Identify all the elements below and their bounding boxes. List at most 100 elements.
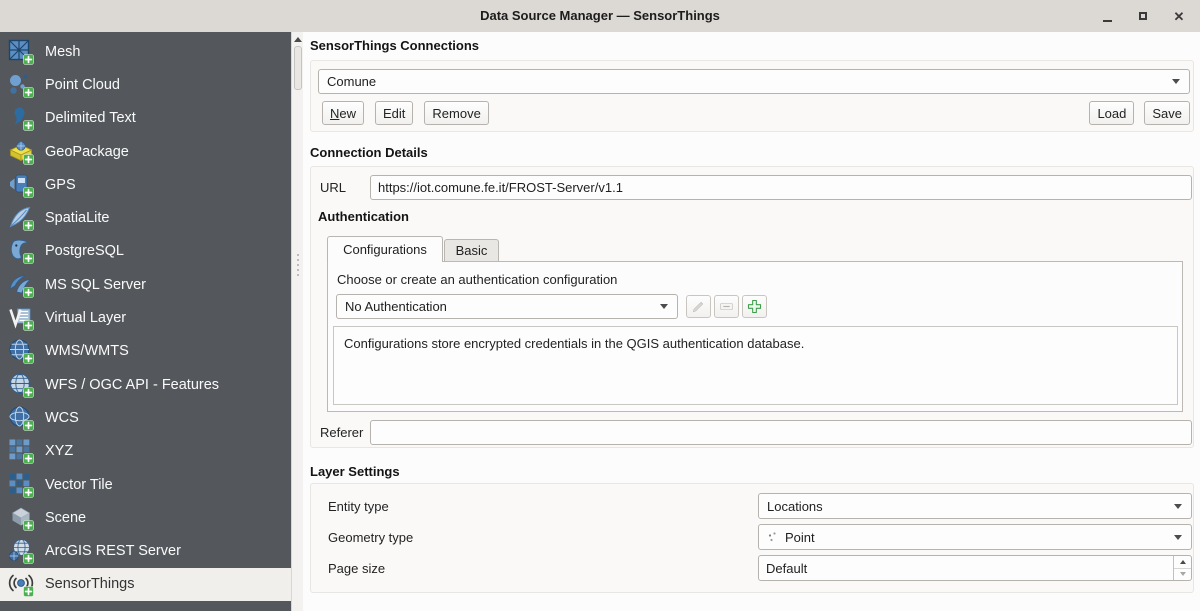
edit-auth-config-button[interactable] <box>686 295 711 318</box>
connection-select[interactable]: Comune <box>318 69 1190 94</box>
sidebar-item-wms-wmts[interactable]: WMS/WMTS <box>0 335 291 368</box>
page-size-spinner[interactable]: Default <box>758 555 1192 581</box>
remove-button-label: Remove <box>432 106 480 121</box>
remove-auth-config-button[interactable] <box>714 295 739 318</box>
maximize-button[interactable] <box>1132 4 1154 28</box>
auth-config-select-value: No Authentication <box>345 299 447 314</box>
sidebar-item-geopackage[interactable]: GeoPackage <box>0 135 291 168</box>
gps-icon <box>8 172 34 198</box>
wms-wmts-icon <box>8 338 34 364</box>
url-input[interactable] <box>370 175 1192 200</box>
spin-down-button[interactable] <box>1174 569 1191 581</box>
page-size-label: Page size <box>328 561 385 576</box>
tab-basic-label: Basic <box>456 243 488 258</box>
window-title: Data Source Manager — SensorThings <box>0 0 1200 32</box>
chevron-down-icon <box>1174 504 1182 509</box>
wfs-ogc-api-icon <box>8 372 34 398</box>
referer-input[interactable] <box>370 420 1192 445</box>
tab-configurations[interactable]: Configurations <box>327 236 443 262</box>
sidebar-item-label: Delimited Text <box>45 110 136 126</box>
sidebar-item-label: PostgreSQL <box>45 243 124 259</box>
spin-down-icon <box>1180 572 1186 576</box>
geometry-type-select[interactable]: Point <box>758 524 1192 550</box>
sidebar-item-mesh[interactable]: Mesh <box>0 35 291 68</box>
referer-label: Referer <box>320 425 363 440</box>
sidebar: Mesh Point Cloud Delimited Text GeoPackage G… <box>0 32 291 611</box>
sidebar-item-wfs-ogc-api-features[interactable]: WFS / OGC API - Features <box>0 368 291 401</box>
authentication-title: Authentication <box>318 209 409 224</box>
chevron-down-icon <box>660 304 668 309</box>
sidebar-item-label: SensorThings <box>45 576 134 592</box>
chevron-down-icon <box>1174 535 1182 540</box>
plus-icon <box>746 298 763 315</box>
point-geometry-icon <box>767 531 779 543</box>
tab-configurations-label: Configurations <box>343 242 427 257</box>
point-cloud-icon <box>8 72 34 98</box>
connection-select-value: Comune <box>327 74 376 89</box>
sidebar-item-label: Mesh <box>45 44 80 60</box>
xyz-icon <box>8 438 34 464</box>
new-connection-button[interactable]: New <box>322 101 364 125</box>
scroll-up-icon[interactable] <box>294 37 302 42</box>
sidebar-item-postgresql[interactable]: PostgreSQL <box>0 235 291 268</box>
close-button[interactable]: ✕ <box>1168 4 1190 28</box>
sidebar-item-arcgis-rest-server[interactable]: ArcGIS REST Server <box>0 534 291 567</box>
scene-icon <box>8 505 34 531</box>
tab-basic[interactable]: Basic <box>444 239 499 261</box>
edit-button-label: Edit <box>383 106 405 121</box>
minimize-button[interactable] <box>1096 4 1118 28</box>
main-panel: SensorThings Connections Comune New Edit… <box>303 32 1200 611</box>
save-button[interactable]: Save <box>1144 101 1190 125</box>
sidebar-item-label: XYZ <box>45 443 73 459</box>
sidebar-item-label: ArcGIS REST Server <box>45 543 181 559</box>
entity-type-select[interactable]: Locations <box>758 493 1192 519</box>
configurations-tab-panel: Choose or create an authentication confi… <box>327 261 1183 412</box>
sidebar-item-label: WMS/WMTS <box>45 343 129 359</box>
delimited-text-icon <box>8 105 34 131</box>
sidebar-item-label: WFS / OGC API - Features <box>45 377 219 393</box>
pencil-icon <box>690 298 707 315</box>
sidebar-item-spatialite[interactable]: SpatiaLite <box>0 201 291 234</box>
spin-up-button[interactable] <box>1174 556 1191 569</box>
save-button-label: Save <box>1152 106 1182 121</box>
sidebar-item-label: WCS <box>45 410 79 426</box>
wcs-icon <box>8 405 34 431</box>
sidebar-item-label: Point Cloud <box>45 77 120 93</box>
sidebar-item-label: SpatiaLite <box>45 210 110 226</box>
connections-title: SensorThings Connections <box>310 38 479 53</box>
load-button[interactable]: Load <box>1089 101 1134 125</box>
add-auth-config-button[interactable] <box>742 295 767 318</box>
sidebar-item-point-cloud[interactable]: Point Cloud <box>0 68 291 101</box>
geopackage-icon <box>8 139 34 165</box>
minimize-icon <box>1103 20 1112 22</box>
sidebar-item-label: GPS <box>45 177 76 193</box>
geometry-type-label: Geometry type <box>328 530 413 545</box>
sidebar-item-vector-tile[interactable]: Vector Tile <box>0 468 291 501</box>
sidebar-item-virtual-layer[interactable]: Virtual Layer <box>0 301 291 334</box>
sidebar-item-label: GeoPackage <box>45 144 129 160</box>
sidebar-item-sensorthings[interactable]: SensorThings <box>0 568 291 601</box>
page-size-spin-buttons <box>1173 556 1191 580</box>
sidebar-item-ms-sql-server[interactable]: MS SQL Server <box>0 268 291 301</box>
sidebar-item-delimited-text[interactable]: Delimited Text <box>0 102 291 135</box>
sidebar-item-label: MS SQL Server <box>45 277 146 293</box>
auth-info-box: Configurations store encrypted credentia… <box>333 326 1178 405</box>
geometry-type-value: Point <box>785 530 815 545</box>
sidebar-item-gps[interactable]: GPS <box>0 168 291 201</box>
sensorthings-icon <box>8 571 34 597</box>
mesh-icon <box>8 39 34 65</box>
sidebar-item-xyz[interactable]: XYZ <box>0 435 291 468</box>
connection-actions: New Edit Remove <box>322 101 489 125</box>
scrollbar-thumb[interactable] <box>294 46 302 90</box>
remove-connection-button[interactable]: Remove <box>424 101 488 125</box>
auth-config-select[interactable]: No Authentication <box>336 294 678 319</box>
chevron-down-icon <box>1172 79 1180 84</box>
sidebar-item-label: Vector Tile <box>45 477 113 493</box>
spin-up-icon <box>1180 560 1186 564</box>
splitter-handle-icon[interactable] <box>297 254 299 256</box>
edit-connection-button[interactable]: Edit <box>375 101 413 125</box>
ms-sql-server-icon <box>8 272 34 298</box>
close-icon: ✕ <box>1174 10 1185 23</box>
sidebar-item-scene[interactable]: Scene <box>0 501 291 534</box>
sidebar-item-wcs[interactable]: WCS <box>0 401 291 434</box>
